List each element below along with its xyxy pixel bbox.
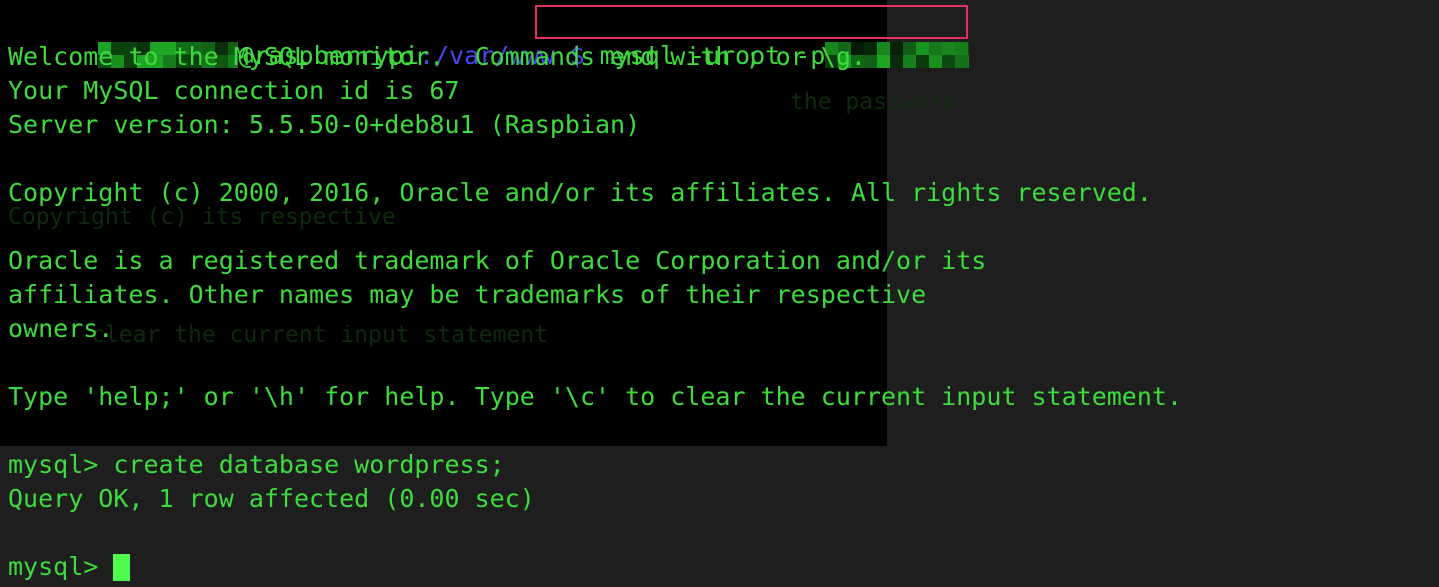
- mysql-prompt-1: mysql>: [8, 450, 114, 479]
- welcome-line: Welcome to the MySQL monitor. Commands e…: [8, 42, 866, 71]
- mysql-query-text[interactable]: create database wordpress;: [113, 450, 504, 479]
- mysql-query-line[interactable]: mysql> create database wordpress;: [8, 448, 505, 482]
- mysql-result-line: Query OK, 1 row affected (0.00 sec): [8, 484, 535, 513]
- server-version-line: Server version: 5.5.50-0+deb8u1 (Raspbia…: [8, 110, 641, 139]
- connection-id-line: Your MySQL connection id is 67: [8, 76, 460, 105]
- trademark-line-1: Oracle is a registered trademark of Orac…: [8, 246, 987, 275]
- text-cursor[interactable]: [113, 554, 131, 581]
- terminal-output[interactable]: the password Copyright (c) its respectiv…: [0, 0, 1439, 587]
- mysql-active-prompt-line[interactable]: mysql>: [8, 550, 131, 584]
- shell-prompt-line[interactable]: @raspberrypi:/var/www $ mysql -uroot -p: [8, 5, 970, 70]
- mysql-prompt-2: mysql>: [8, 552, 114, 581]
- trademark-line-2: affiliates. Other names may be trademark…: [8, 280, 927, 309]
- copyright-line: Copyright (c) 2000, 2016, Oracle and/or …: [8, 178, 1152, 207]
- terminal-window: the password Copyright (c) its respectiv…: [0, 0, 1439, 587]
- trademark-line-3: owners.: [8, 314, 114, 343]
- help-line: Type 'help;' or '\h' for help. Type '\c'…: [8, 382, 1182, 411]
